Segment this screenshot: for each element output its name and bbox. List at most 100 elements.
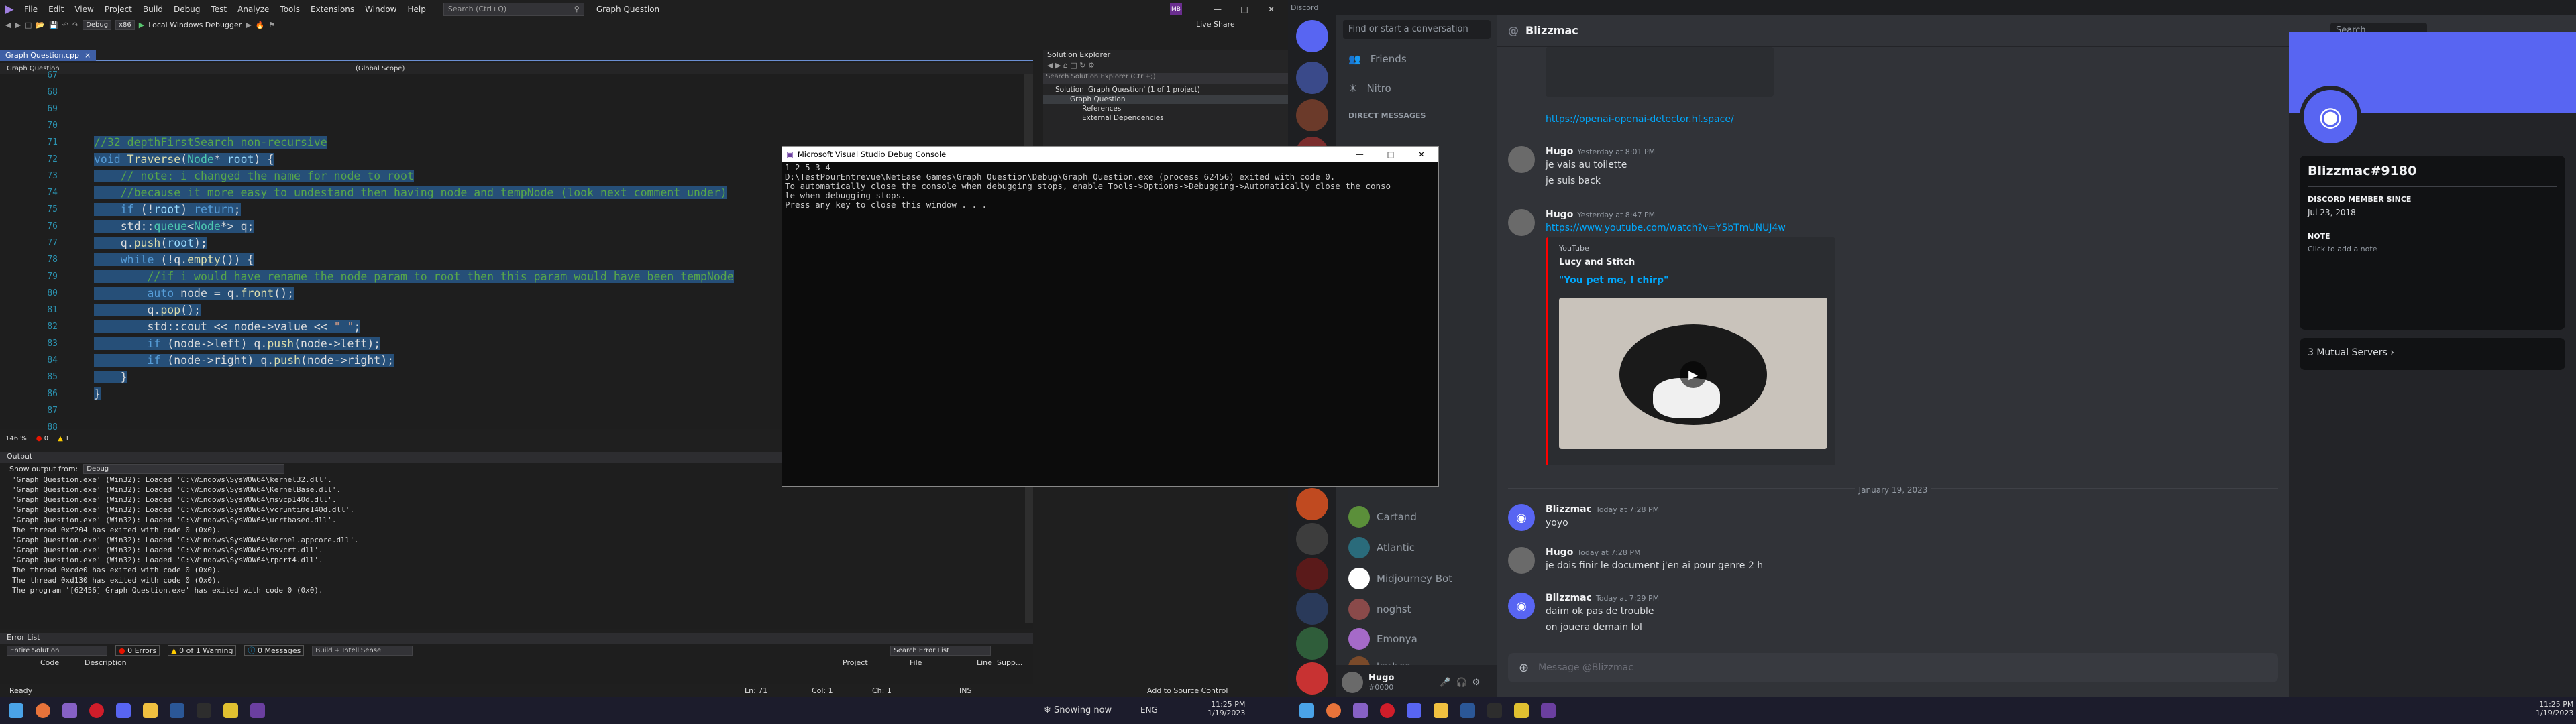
dm-item[interactable]: Midjourney Bot xyxy=(1348,564,1452,593)
file-explorer-icon[interactable] xyxy=(137,697,164,724)
scope-dropdown[interactable]: (Global Scope) xyxy=(335,65,405,72)
word-icon[interactable] xyxy=(164,697,191,724)
terminal-icon[interactable] xyxy=(1481,697,1508,724)
attach-icon[interactable]: ▶ xyxy=(246,21,251,29)
platform-select[interactable]: x86 xyxy=(115,20,135,30)
open-icon[interactable]: 📂 xyxy=(36,21,45,29)
console-titlebar[interactable]: ▣ Microsoft Visual Studio Debug Console … xyxy=(782,147,1438,162)
start-icon[interactable] xyxy=(1293,697,1320,724)
embed-title[interactable]: "You pet me, I chirp" xyxy=(1559,275,1668,286)
vs-debug-icon[interactable] xyxy=(244,697,271,724)
col-suppression[interactable]: Supp... xyxy=(997,658,1022,667)
vs-close-icon[interactable]: ✕ xyxy=(1261,0,1281,19)
server-icon[interactable] xyxy=(1296,488,1328,520)
word-icon[interactable] xyxy=(1454,697,1481,724)
build-filter-select[interactable]: Build + IntelliSense xyxy=(312,645,413,656)
tree-project[interactable]: Graph Question xyxy=(1043,95,1288,104)
hot-reload-icon[interactable]: 🔥 xyxy=(256,21,265,29)
discord-icon[interactable] xyxy=(110,697,137,724)
avatar[interactable] xyxy=(1342,672,1363,693)
mutual-servers-button[interactable]: 3 Mutual Servers › xyxy=(2300,338,2565,370)
firefox-icon[interactable] xyxy=(30,697,56,724)
dm-item[interactable]: noghst xyxy=(1348,595,1411,623)
menu-test[interactable]: Test xyxy=(205,5,232,14)
tree-external-deps[interactable]: External Dependencies xyxy=(1043,113,1288,123)
zoom-level[interactable]: 146 % xyxy=(5,435,27,442)
firefox-icon[interactable] xyxy=(1320,697,1347,724)
tree-solution[interactable]: Solution 'Graph Question' (1 of 1 projec… xyxy=(1043,85,1288,95)
author-name[interactable]: Hugo xyxy=(1546,146,1573,157)
console-maximize-icon[interactable]: □ xyxy=(1375,147,1406,162)
opera-icon[interactable] xyxy=(83,697,110,724)
server-icon[interactable] xyxy=(1296,662,1328,695)
settings-icon[interactable]: ⚙ xyxy=(1472,678,1481,688)
find-conversation-input[interactable]: Find or start a conversation xyxy=(1343,20,1491,39)
server-icon[interactable] xyxy=(1296,523,1328,555)
author-name[interactable]: Hugo xyxy=(1546,547,1573,558)
discord-logo-icon[interactable]: ◉ xyxy=(1508,504,1535,531)
code-line[interactable]: q.push(root); xyxy=(94,235,207,251)
embed-author[interactable]: Lucy and Stitch xyxy=(1559,257,1635,267)
message-link[interactable]: https://www.youtube.com/watch?v=Y5bTmUNU… xyxy=(1546,223,1786,233)
col-line[interactable]: Line xyxy=(977,658,997,667)
menu-help[interactable]: Help xyxy=(402,5,431,14)
play-icon[interactable]: ▶ xyxy=(139,21,144,29)
tab-graph-question-cpp[interactable]: Graph Question.cpp × xyxy=(0,50,97,61)
code-line[interactable]: //because it more easy to undestand then… xyxy=(94,184,727,201)
code-line[interactable]: if (node->right) q.push(node->right); xyxy=(94,352,394,369)
code-line[interactable]: if (!root) return; xyxy=(94,201,241,218)
discord-icon[interactable] xyxy=(1401,697,1428,724)
menu-analyze[interactable]: Analyze xyxy=(232,5,274,14)
run-button[interactable]: Local Windows Debugger xyxy=(148,21,241,29)
errors-filter-button[interactable]: ● 0 Errors xyxy=(115,645,160,656)
mic-icon[interactable]: 🎤 xyxy=(1440,678,1450,688)
output-scrollbar[interactable] xyxy=(1025,475,1033,623)
menu-tools[interactable]: Tools xyxy=(274,5,305,14)
play-icon[interactable]: ▶ xyxy=(1680,361,1707,388)
menu-build[interactable]: Build xyxy=(138,5,168,14)
message-link[interactable]: https://openai-openai-detector.hf.space/ xyxy=(1546,114,1734,125)
code-line[interactable]: } xyxy=(94,369,127,385)
dm-item[interactable]: Atlantic xyxy=(1348,534,1415,562)
col-code[interactable]: Code xyxy=(7,658,59,667)
add-to-source-control-button[interactable]: Add to Source Control xyxy=(1147,686,1228,695)
code-line[interactable]: //32 depthFirstSearch non-recursive xyxy=(94,134,327,151)
warnings-filter-button[interactable]: ▲ 0 of 1 Warning xyxy=(168,645,237,656)
messages-filter-button[interactable]: ⓘ 0 Messages xyxy=(244,645,305,656)
vs-maximize-icon[interactable]: □ xyxy=(1234,0,1254,19)
console-minimize-icon[interactable]: — xyxy=(1344,147,1375,162)
redo-icon[interactable]: ↷ xyxy=(72,21,78,29)
bookmark-icon[interactable]: ⚑ xyxy=(268,21,275,29)
error-scope-select[interactable]: Entire Solution xyxy=(7,645,107,656)
headphones-icon[interactable]: 🎧 xyxy=(1456,678,1467,688)
code-line[interactable]: } xyxy=(94,385,101,402)
image-attachment[interactable] xyxy=(1546,47,1774,97)
menu-project[interactable]: Project xyxy=(99,5,138,14)
server-icon[interactable] xyxy=(1296,593,1328,625)
col-file[interactable]: File xyxy=(910,658,977,667)
add-attachment-icon[interactable]: ⊕ xyxy=(1519,661,1529,675)
config-select[interactable]: Debug xyxy=(83,20,112,30)
code-line[interactable]: //if i would have rename the node param … xyxy=(94,268,734,285)
discord-home-icon[interactable] xyxy=(1296,20,1328,52)
col-description[interactable]: Description xyxy=(85,658,843,667)
output-source-select[interactable]: Debug xyxy=(83,463,285,474)
note-input[interactable]: Click to add a note xyxy=(2308,245,2557,253)
visual-studio-icon[interactable] xyxy=(1347,697,1374,724)
code-line[interactable]: q.pop(); xyxy=(94,302,201,318)
warning-count[interactable]: ▲ 1 xyxy=(58,435,69,442)
menu-window[interactable]: Window xyxy=(360,5,402,14)
console-close-icon[interactable]: ✕ xyxy=(1406,147,1437,162)
vs-minimize-icon[interactable]: — xyxy=(1208,0,1228,19)
save-icon[interactable]: 💾 xyxy=(49,21,58,29)
discord-logo-icon[interactable]: ◉ xyxy=(1508,593,1535,619)
dm-item[interactable]: Cartand xyxy=(1348,503,1417,531)
author-name[interactable]: Blizzmac xyxy=(1546,504,1592,515)
undo-icon[interactable]: ↶ xyxy=(62,21,68,29)
menu-debug[interactable]: Debug xyxy=(168,5,205,14)
code-line[interactable]: if (node->left) q.push(node->left); xyxy=(94,335,381,352)
menu-file[interactable]: File xyxy=(19,5,43,14)
server-icon[interactable] xyxy=(1296,627,1328,660)
back-icon[interactable]: ◀ xyxy=(5,21,11,29)
code-line[interactable]: std::queue<Node*> q; xyxy=(94,218,254,235)
